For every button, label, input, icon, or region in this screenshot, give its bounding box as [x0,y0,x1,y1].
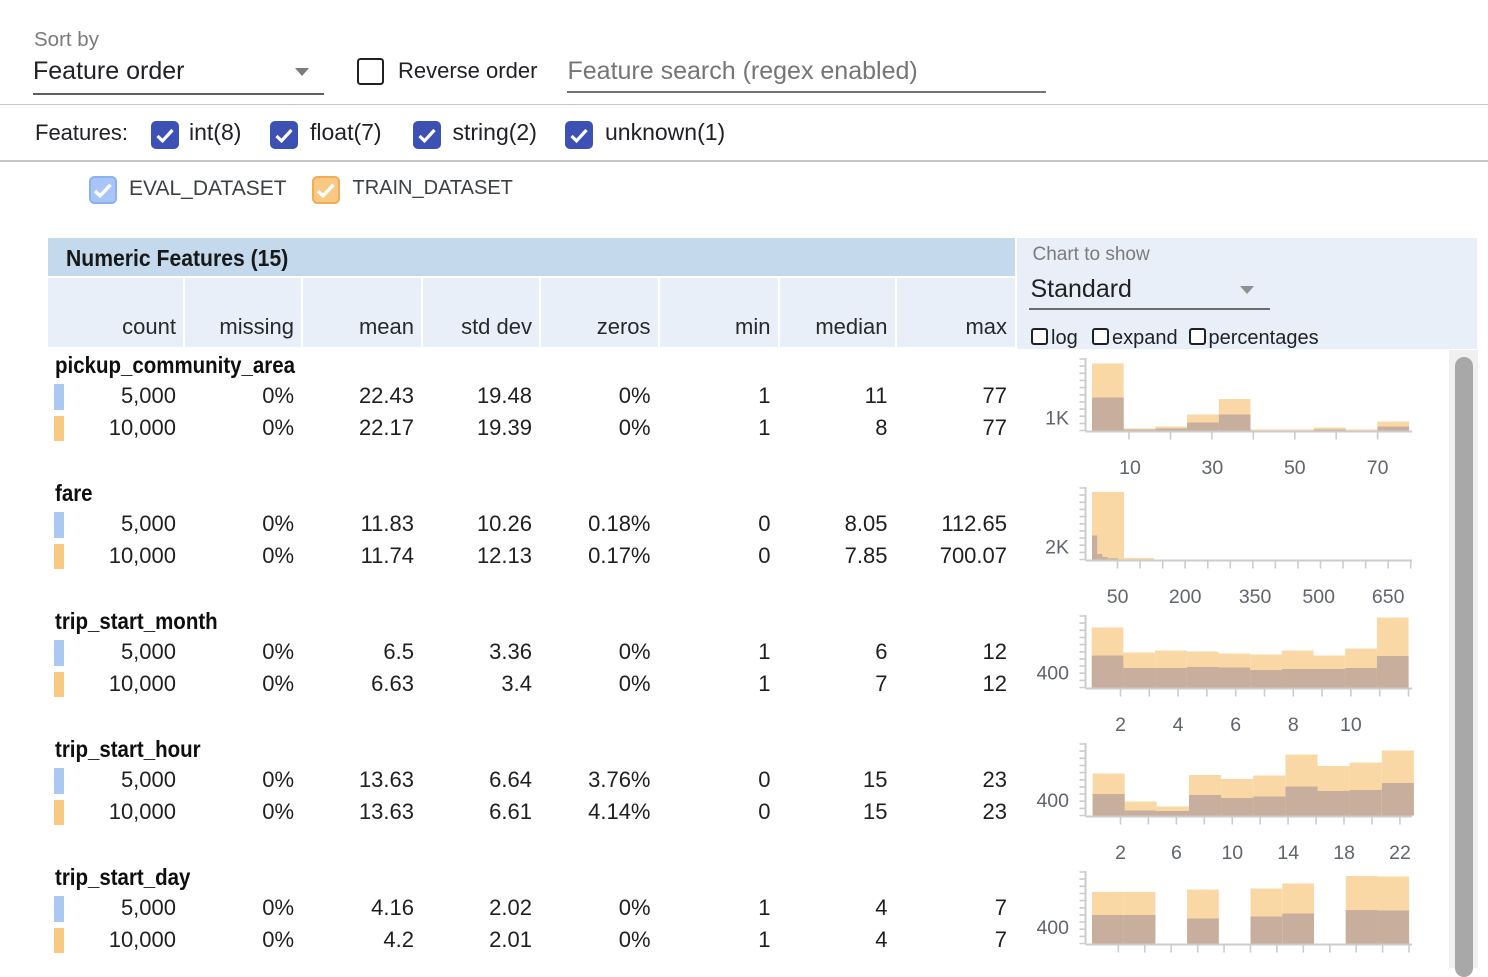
svg-text:14: 14 [1277,842,1299,864]
svg-text:4: 4 [1173,714,1184,736]
svg-text:8: 8 [1288,714,1299,736]
svg-text:1K: 1K [1045,408,1069,430]
svg-text:6: 6 [1171,842,1182,864]
svg-text:350: 350 [1239,586,1272,608]
svg-text:400: 400 [1036,663,1069,685]
svg-text:6: 6 [1230,714,1241,736]
svg-text:50: 50 [1284,457,1306,479]
svg-text:22: 22 [1389,842,1411,864]
svg-text:400: 400 [1036,917,1069,939]
svg-text:10: 10 [1119,457,1141,479]
svg-text:10: 10 [1340,714,1362,736]
svg-text:2: 2 [1115,842,1126,864]
svg-text:10: 10 [1221,842,1243,864]
svg-text:2: 2 [1115,714,1126,736]
svg-text:2K: 2K [1045,537,1069,559]
svg-text:650: 650 [1372,586,1405,608]
svg-text:200: 200 [1169,586,1202,608]
svg-text:70: 70 [1367,457,1389,479]
svg-text:400: 400 [1036,790,1069,812]
svg-text:18: 18 [1333,842,1355,864]
svg-text:30: 30 [1202,457,1224,479]
svg-text:50: 50 [1107,586,1129,608]
svg-text:500: 500 [1302,586,1335,608]
